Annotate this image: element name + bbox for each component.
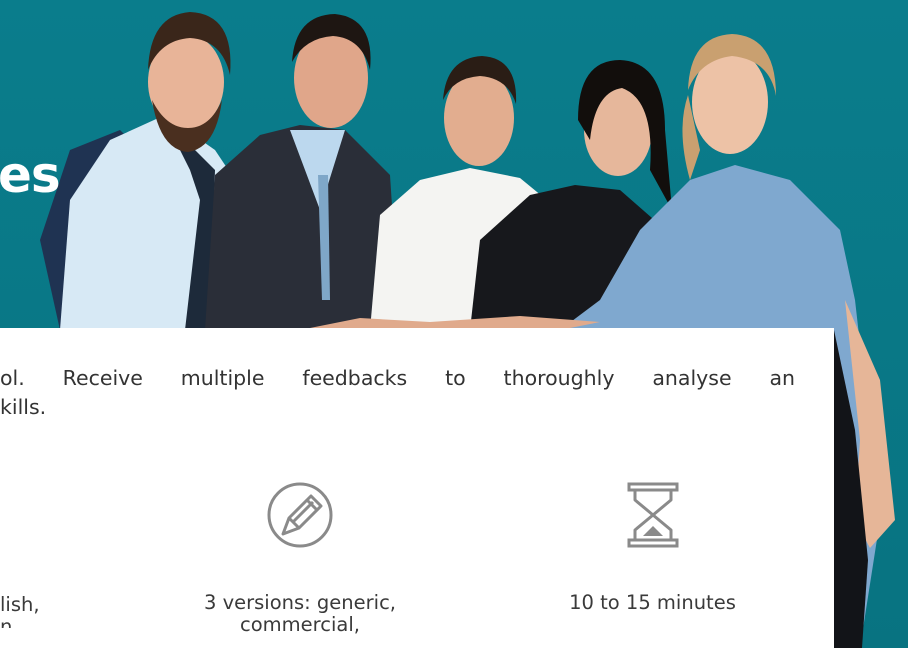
feature-versions: 3 versions: generic, commercial, bbox=[165, 478, 435, 636]
hourglass-icon bbox=[627, 482, 678, 548]
feature-languages-line1: lish, bbox=[0, 593, 40, 616]
pencil-icon bbox=[267, 482, 333, 548]
card-description: ol. Receive multiple feedbacks to thorou… bbox=[0, 364, 795, 422]
feature-languages-line2: n bbox=[0, 616, 13, 628]
info-card: ol. Receive multiple feedbacks to thorou… bbox=[0, 328, 834, 648]
feature-duration-line1: 10 to 15 minutes bbox=[569, 591, 736, 614]
feature-languages: lish, n bbox=[0, 593, 140, 629]
feature-versions-line2: commercial, bbox=[240, 613, 360, 636]
feature-duration: 10 to 15 minutes bbox=[520, 478, 785, 614]
feature-versions-line1: 3 versions: generic, bbox=[203, 591, 397, 614]
description-line-1: ol. Receive multiple feedbacks to thorou… bbox=[0, 366, 795, 390]
description-line-2: kills. bbox=[0, 395, 47, 419]
hero-title-fragment: es bbox=[0, 146, 61, 204]
